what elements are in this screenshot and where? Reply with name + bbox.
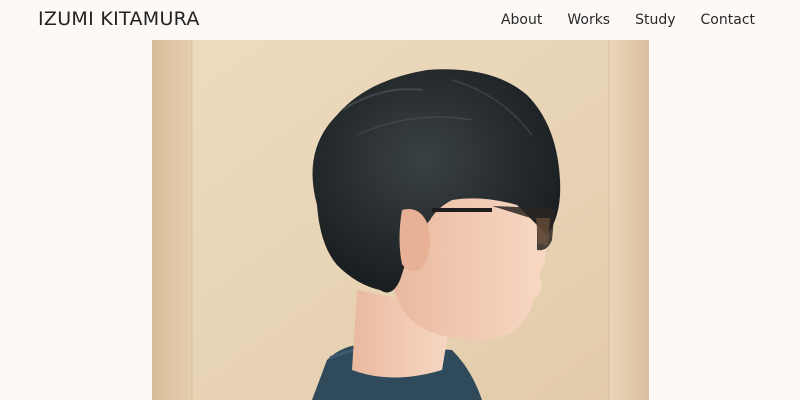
left-wall-edge	[152, 40, 192, 400]
site-title-link[interactable]: IZUMI KITAMURA	[38, 8, 200, 30]
portrait-illustration	[152, 40, 649, 400]
nav-about-link[interactable]: About	[501, 12, 542, 28]
nav-works-link[interactable]: Works	[567, 12, 610, 28]
main-nav: About Works Study Contact	[476, 12, 755, 28]
nav-study-link[interactable]: Study	[635, 12, 675, 28]
right-wall-edge	[609, 40, 649, 400]
nav-contact-link[interactable]: Contact	[701, 12, 755, 28]
site-header: IZUMI KITAMURA About Works Study Contact	[0, 0, 800, 40]
hero-portrait-photo	[152, 40, 649, 400]
